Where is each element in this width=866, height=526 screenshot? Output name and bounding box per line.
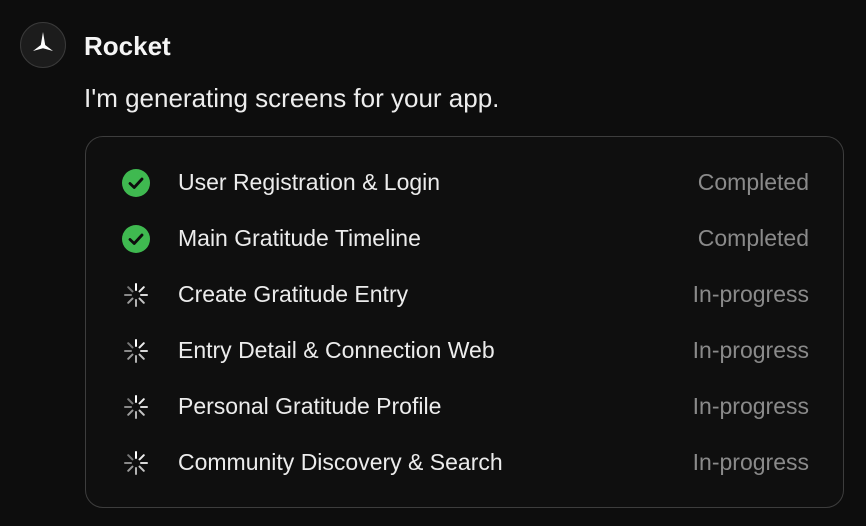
screen-row: Entry Detail & Connection Web In-progres… [86, 322, 843, 378]
spinner-icon [122, 337, 150, 365]
spinner-icon [122, 449, 150, 477]
screen-row: Community Discovery & Search In-progress [86, 434, 843, 490]
screen-name: Create Gratitude Entry [178, 281, 409, 307]
chat-message: I'm generating screens for your app. [84, 83, 500, 113]
rocket-logo-icon [30, 30, 56, 61]
spinner-spoke [127, 286, 134, 293]
spinner-spoke [138, 353, 145, 360]
status-label: In-progress [692, 393, 809, 419]
spinner-spoke [138, 454, 145, 461]
spinner-spoke [127, 454, 134, 461]
sender-name: Rocket [84, 31, 171, 61]
spinner-spoke [127, 353, 134, 360]
spinner-spoke [138, 465, 145, 472]
screen-row: Personal Gratitude Profile In-progress [86, 378, 843, 434]
spinner-spoke [127, 342, 134, 349]
spinner-spoke [127, 297, 134, 304]
spinner-spoke [138, 409, 145, 416]
screen-row: Main Gratitude Timeline Completed [86, 210, 843, 266]
spinner-icon [122, 281, 150, 309]
spinner-icon [122, 393, 150, 421]
screen-name: Entry Detail & Connection Web [178, 337, 495, 363]
check-circle-icon [122, 225, 150, 253]
spinner-spoke [127, 398, 134, 405]
spinner-spoke [138, 398, 145, 405]
screen-name: Main Gratitude Timeline [178, 225, 421, 251]
screen-name: Community Discovery & Search [178, 449, 503, 475]
status-label: Completed [697, 169, 809, 195]
spinner-spoke [138, 297, 145, 304]
status-label: In-progress [692, 337, 809, 363]
spinner-spoke [127, 465, 134, 472]
spinner-spoke [138, 342, 145, 349]
status-label: In-progress [692, 281, 809, 307]
screen-name: User Registration & Login [178, 169, 441, 195]
status-label: Completed [697, 225, 809, 251]
avatar [20, 22, 66, 68]
screen-row: User Registration & Login Completed [86, 154, 843, 210]
screen-row: Create Gratitude Entry In-progress [86, 266, 843, 322]
check-circle-icon [122, 169, 150, 197]
screen-name: Personal Gratitude Profile [178, 393, 442, 419]
spinner-spoke [138, 286, 145, 293]
screen-progress-card: User Registration & Login Completed Main… [85, 136, 844, 508]
spinner-spoke [127, 409, 134, 416]
status-label: In-progress [692, 449, 809, 475]
